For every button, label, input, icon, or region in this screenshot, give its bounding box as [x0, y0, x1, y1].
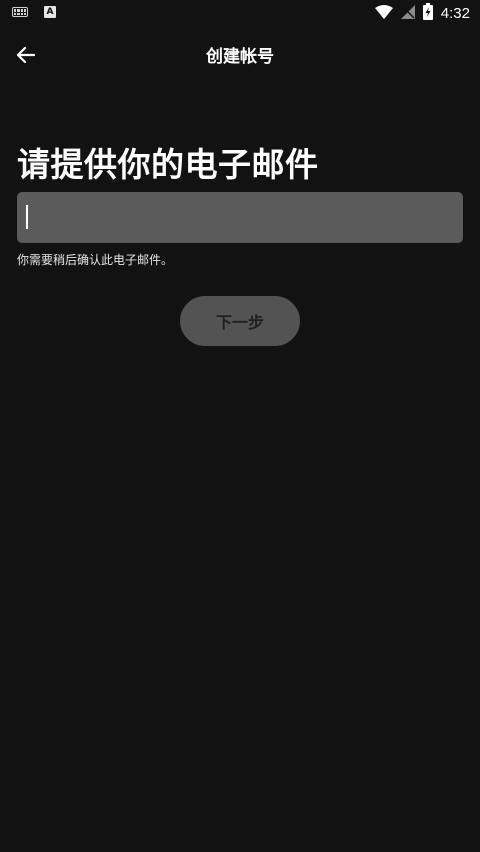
- keyboard-icon: [12, 7, 28, 17]
- wifi-icon: [374, 4, 393, 23]
- clock: 4:32: [440, 4, 470, 22]
- email-field[interactable]: [17, 192, 463, 243]
- next-button[interactable]: 下一步: [180, 296, 300, 346]
- page-title: 创建帐号: [206, 47, 274, 67]
- app-bar: 创建帐号: [0, 26, 480, 82]
- a-notification-icon: A: [44, 6, 56, 18]
- status-bar: A 4:32: [0, 0, 480, 26]
- no-signal-icon: [400, 4, 415, 23]
- email-hint: 你需要稍后确认此电子邮件。: [17, 253, 174, 267]
- battery-charging-icon: [422, 2, 433, 24]
- status-right: 4:32: [374, 2, 470, 24]
- text-cursor: [26, 205, 28, 229]
- status-left: A: [12, 6, 56, 18]
- email-heading: 请提供你的电子邮件: [17, 145, 319, 184]
